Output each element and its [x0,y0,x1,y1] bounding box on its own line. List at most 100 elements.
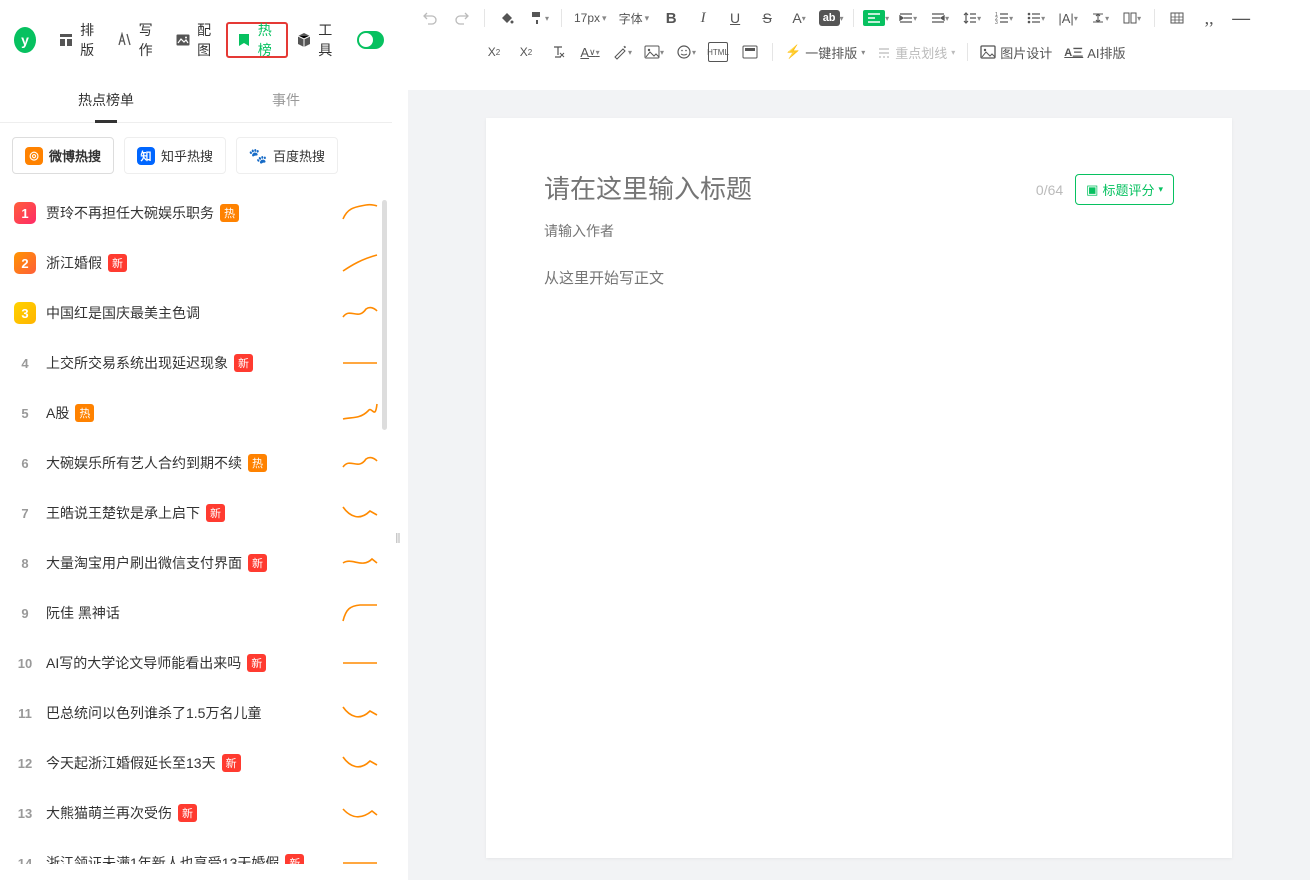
hot-item[interactable]: 13大熊猫萌兰再次受伤新 [0,788,392,838]
hot-item[interactable]: 7王皓说王楚钦是承上启下新 [0,488,392,538]
sparkline-icon [342,853,378,864]
new-tag: 新 [234,354,253,372]
emphasis-button[interactable]: 重点划线▾ [877,43,955,62]
source-label: 知乎热搜 [161,146,213,165]
hot-title: 贾玲不再担任大碗娱乐职务热 [46,203,332,223]
svg-text:3: 3 [995,20,998,24]
underline-button[interactable]: U [725,8,745,28]
quote-button[interactable]: ,, [1199,8,1219,28]
image-design-button[interactable]: 图片设计 [980,43,1052,62]
hot-title: 浙江婚假新 [46,253,332,273]
hot-item[interactable]: 14浙江领证未满1年新人也享受13天婚假新 [0,838,392,864]
score-icon: ▣ [1086,182,1098,198]
scrollbar[interactable] [382,200,387,430]
table-button[interactable] [1167,8,1187,28]
sparkline-icon [342,303,378,323]
column-button[interactable]: ▾ [1122,8,1142,28]
editor-canvas[interactable]: 0/64 ▣ 标题评分 ▾ [408,90,1310,880]
hot-item[interactable]: 2浙江婚假新 [0,238,392,288]
title-input[interactable] [544,174,1024,205]
author-input[interactable] [544,223,1174,239]
hot-title: 大熊猫萌兰再次受伤新 [46,803,332,823]
undo-button[interactable] [420,8,440,28]
drag-handle-icon[interactable]: ǁ [395,530,399,546]
bullet-list-button[interactable]: ▾ [1026,8,1046,28]
hot-item[interactable]: 5A股热 [0,388,392,438]
nav-hot[interactable]: 热榜 [226,22,289,58]
nav-layout[interactable]: 排版 [50,22,109,58]
nav-tools[interactable]: 工具 [288,22,347,58]
nav-label: 写作 [139,20,160,60]
lightning-icon: ⚡ [785,44,801,60]
indent-left-button[interactable]: ▾ [898,8,918,28]
new-tag: 新 [178,804,197,822]
font-size-select[interactable]: 17px▾ [574,11,607,25]
nav-write[interactable]: 写作 [109,22,168,58]
nav-image[interactable]: 配图 [167,22,226,58]
hot-item[interactable]: 11巴总统问以色列谁杀了1.5万名儿童 [0,688,392,738]
subtab-hotlist[interactable]: 热点榜单 [16,80,196,122]
body-input[interactable] [544,267,1174,667]
clear-format-button[interactable] [548,42,568,62]
subtab-events[interactable]: 事件 [196,80,376,122]
ordered-list-button[interactable]: 123▾ [994,8,1014,28]
hot-item[interactable]: 9阮佳 黑神话 [0,588,392,638]
ai-layout-button[interactable]: A三 AI排版 [1064,43,1125,62]
title-char-count: 0/64 [1036,182,1063,198]
ai-icon: A三 [1064,44,1083,60]
source-label: 微博热搜 [49,146,101,165]
hot-item[interactable]: 12今天起浙江婚假延长至13天新 [0,738,392,788]
hot-list[interactable]: 1贾玲不再担任大碗娱乐职务热2浙江婚假新3中国红是国庆最美主色调4上交所交易系统… [0,184,392,864]
line-height-button[interactable]: ▾ [962,8,982,28]
align-left-button[interactable]: ▾ [866,8,886,28]
font-family-value: 字体 [619,10,643,27]
paint-bucket-icon[interactable] [497,8,517,28]
strike-button[interactable]: S [757,8,777,28]
italic-button[interactable]: I [693,8,713,28]
font-size-value: 17px [574,11,600,25]
nav-label: 工具 [318,20,339,60]
new-tag: 新 [222,754,241,772]
layout-icon [58,32,74,48]
font-family-select[interactable]: 字体▾ [619,10,650,27]
font-color-button[interactable]: A▾ [789,8,809,28]
sparkline-icon [342,653,378,673]
insert-image-button[interactable]: ▾ [644,42,664,62]
highlight-color-button[interactable]: ab▾ [821,8,841,28]
document-paper: 0/64 ▣ 标题评分 ▾ [486,118,1232,858]
bold-button[interactable]: B [661,8,681,28]
app-logo[interactable]: y [14,27,36,53]
source-zhihu[interactable]: 知 知乎热搜 [124,137,226,174]
hot-item[interactable]: 3中国红是国庆最美主色调 [0,288,392,338]
hot-title: 浙江领证未满1年新人也享受13天婚假新 [46,853,332,864]
hot-item[interactable]: 1贾玲不再担任大碗娱乐职务热 [0,188,392,238]
subscript-button[interactable]: X2 [516,42,536,62]
emoji-button[interactable]: ▾ [676,42,696,62]
format-painter-icon[interactable]: ▾ [529,8,549,28]
hot-title: 今天起浙江婚假延长至13天新 [46,753,332,773]
hot-item[interactable]: 8大量淘宝用户刷出微信支付界面新 [0,538,392,588]
html-button[interactable]: HTML [708,42,728,62]
redo-button[interactable] [452,8,472,28]
source-weibo[interactable]: ◎ 微博热搜 [12,137,114,174]
weibo-icon: ◎ [25,147,43,165]
hot-item[interactable]: 10AI写的大学论文导师能看出来吗新 [0,638,392,688]
indent-right-button[interactable]: ▾ [930,8,950,28]
superscript-button[interactable]: X2 [484,42,504,62]
hot-item[interactable]: 4上交所交易系统出现延迟现象新 [0,338,392,388]
image-icon [175,32,191,48]
title-score-button[interactable]: ▣ 标题评分 ▾ [1075,174,1174,205]
auto-layout-button[interactable]: ⚡ 一键排版▾ [785,43,865,62]
letter-spacing-button[interactable]: |A|▾ [1058,8,1078,28]
sidebar-toggle[interactable] [357,31,384,49]
hot-title: 大碗娱乐所有艺人合约到期不续热 [46,453,332,473]
magic-button[interactable]: ▾ [612,42,632,62]
para-spacing-button[interactable]: ▾ [1090,8,1110,28]
text-bg-button[interactable]: A∨▾ [580,42,600,62]
component-button[interactable] [740,42,760,62]
source-baidu[interactable]: 🐾 百度热搜 [236,137,338,174]
hot-item[interactable]: 6大碗娱乐所有艺人合约到期不续热 [0,438,392,488]
hot-title: 上交所交易系统出现延迟现象新 [46,353,332,373]
rank-badge: 11 [14,702,36,724]
hr-button[interactable]: — [1231,8,1251,28]
